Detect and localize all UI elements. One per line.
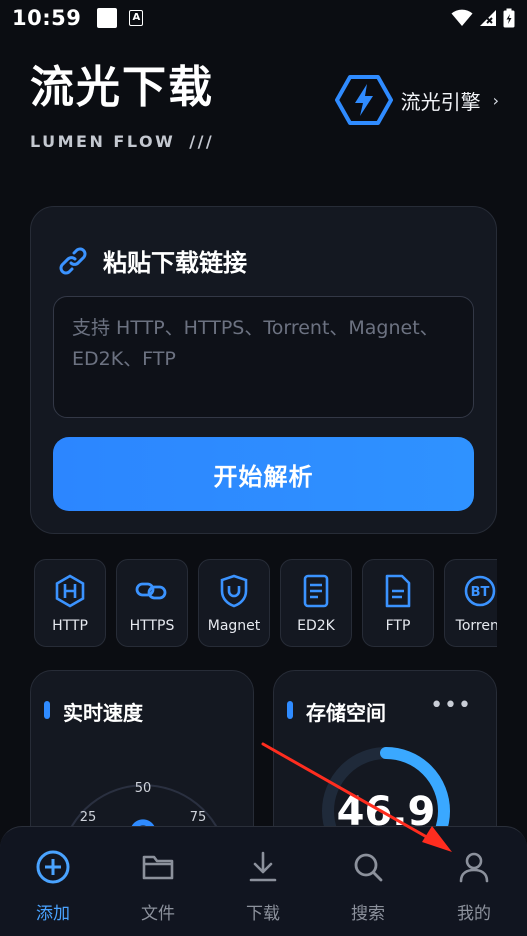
tab-downloads[interactable]: 下载 — [228, 849, 298, 924]
magnet-icon — [217, 574, 251, 608]
protocol-label: HTTP — [52, 618, 88, 634]
link-icon — [59, 247, 87, 274]
protocol-label: ED2K — [297, 618, 335, 634]
engine-button[interactable]: 流光引擎 › — [334, 74, 499, 126]
lightning-hex-icon — [334, 75, 393, 125]
protocol-torrent[interactable]: BT Torrent — [444, 559, 497, 647]
storage-panel: 存储空间 ••• 46.9 — [273, 670, 497, 850]
paste-card-title: 粘贴下载链接 — [103, 249, 247, 277]
app-subtitle-text: LUMEN FLOW — [30, 132, 176, 151]
tab-label: 文件 — [141, 904, 175, 924]
tab-label: 搜索 — [351, 904, 385, 924]
notification-square-icon — [97, 8, 118, 28]
protocol-https[interactable]: HTTPS — [116, 559, 188, 647]
tab-label: 添加 — [36, 904, 70, 924]
app-subtitle: LUMEN FLOW /// — [30, 132, 214, 151]
folder-icon — [142, 855, 174, 880]
signal-icon — [480, 10, 496, 26]
protocol-label: Magnet — [207, 618, 261, 634]
chevron-right-icon: › — [492, 90, 499, 110]
gauge-tick-label: 50 — [135, 781, 152, 796]
engine-label: 流光引擎 — [400, 89, 481, 114]
app-header: 流光下载 LUMEN FLOW /// — [30, 62, 214, 152]
http-icon — [53, 574, 87, 608]
paste-link-card: 粘贴下载链接 支持 HTTP、HTTPS、Torrent、Magnet、ED2K… — [30, 206, 497, 534]
tab-label: 我的 — [457, 904, 491, 924]
protocol-ftp[interactable]: FTP — [362, 559, 434, 647]
tab-files[interactable]: 文件 — [123, 849, 193, 924]
status-time: 10:59 — [12, 6, 82, 30]
protocol-label: FTP — [385, 618, 411, 634]
download-icon — [249, 851, 277, 882]
status-bar: 10:59 A — [0, 0, 527, 36]
bt-icon: BT — [463, 574, 497, 608]
protocol-label: Torrent — [455, 618, 497, 634]
gauge-tick-label: 25 — [80, 810, 97, 825]
tab-label: 下载 — [246, 904, 280, 924]
protocol-label: HTTPS — [129, 618, 175, 634]
protocol-magnet[interactable]: Magnet — [198, 559, 270, 647]
tab-search[interactable]: 搜索 — [333, 849, 403, 924]
storage-ring: 46.9 — [322, 747, 450, 849]
url-input[interactable]: 支持 HTTP、HTTPS、Torrent、Magnet、ED2K、FTP — [53, 296, 474, 418]
parse-button[interactable]: 开始解析 — [53, 437, 474, 511]
speed-panel: 实时速度 25 50 75 — [30, 670, 254, 850]
protocol-ed2k[interactable]: ED2K — [280, 559, 352, 647]
app-title: 流光下载 — [30, 62, 214, 113]
user-icon — [459, 852, 489, 883]
app-subtitle-mark: /// — [189, 132, 215, 151]
paste-card-header: 粘贴下载链接 — [57, 243, 247, 278]
plus-circle-icon — [36, 850, 70, 884]
tab-profile[interactable]: 我的 — [439, 849, 509, 924]
tab-add[interactable]: 添加 — [18, 849, 88, 924]
notification-a-icon: A — [129, 10, 144, 26]
https-icon — [135, 574, 169, 608]
bottom-tab-bar: 添加 文件 下载 搜索 我的 — [0, 826, 527, 936]
protocol-list: HTTP HTTPS Magnet ED2K FTP BT Torrent — [34, 559, 497, 647]
battery-icon — [503, 8, 515, 28]
protocol-http[interactable]: HTTP — [34, 559, 106, 647]
wifi-icon — [451, 9, 473, 26]
ed2k-icon — [299, 574, 333, 608]
svg-text:BT: BT — [471, 585, 490, 600]
gauge-tick-label: 75 — [190, 810, 207, 825]
ftp-icon — [381, 574, 415, 608]
speed-gauge: 25 50 75 — [61, 781, 227, 849]
search-icon — [354, 853, 383, 882]
